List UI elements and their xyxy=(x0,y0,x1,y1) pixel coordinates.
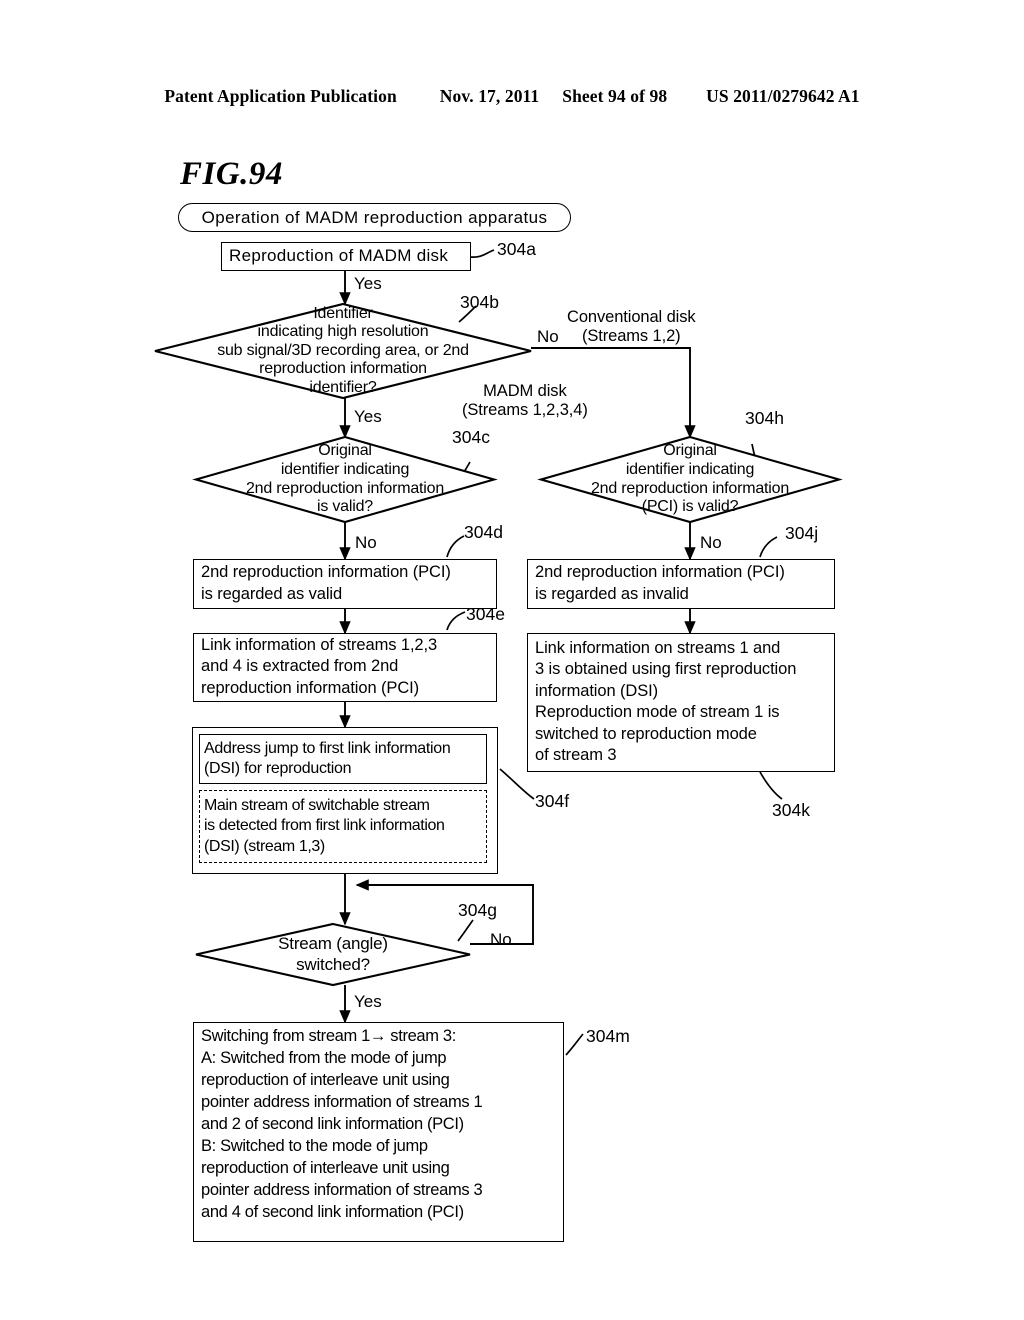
leader-304j xyxy=(759,536,778,558)
branch-label-304b-no: No xyxy=(537,327,559,346)
branch-label-304c-no: No xyxy=(355,533,377,552)
flow-group-304f[interactable]: Address jump to first link information (… xyxy=(192,727,498,874)
ref-304k: 304k xyxy=(772,800,810,820)
flow-box-304e-label: Link information of streams 1,2,3 and 4 … xyxy=(201,635,438,697)
flow-terminator-title[interactable]: Operation of MADM reproduction apparatus xyxy=(178,203,571,232)
flow-terminator-title-label: Operation of MADM reproduction apparatus xyxy=(201,207,548,227)
header-publication: Patent Application Publication xyxy=(164,86,397,106)
edge-label-madm-disk: MADM disk (Streams 1,2,3,4) xyxy=(462,382,588,420)
ref-304g: 304g xyxy=(458,900,497,920)
ref-304b: 304b xyxy=(460,292,499,312)
ref-304h: 304h xyxy=(745,408,784,428)
header-sheet: Sheet 94 of 98 xyxy=(562,86,668,106)
ref-304f: 304f xyxy=(535,791,570,811)
leader-304e xyxy=(446,611,466,631)
figure-label: FIG.94 xyxy=(180,156,283,192)
branch-label-304b-yes: Yes xyxy=(354,407,382,426)
flow-box-304f-inner-solid[interactable]: Address jump to first link information (… xyxy=(199,734,487,784)
leader-304a xyxy=(469,249,495,258)
flow-box-304f-inner-dashed-label: Main stream of switchable stream is dete… xyxy=(204,796,445,855)
flow-box-304k-label: Link information on streams 1 and 3 is o… xyxy=(535,639,797,765)
leader-304m xyxy=(565,1033,584,1056)
branch-label-304g-no: No xyxy=(490,930,512,949)
flow-box-304d[interactable]: 2nd reproduction information (PCI) is re… xyxy=(193,559,497,609)
leader-304f xyxy=(499,768,535,800)
ref-304e: 304e xyxy=(466,604,505,624)
flow-box-304m-label: Switching from stream 1→ stream 3: A: Sw… xyxy=(201,1027,483,1221)
leader-304d xyxy=(446,535,465,558)
flow-box-304f-inner-solid-label: Address jump to first link information (… xyxy=(204,739,451,777)
ref-304m: 304m xyxy=(586,1026,630,1046)
header-patent-number: US 2011/0279642 A1 xyxy=(706,86,860,106)
flow-box-304m[interactable]: Switching from stream 1→ stream 3: A: Sw… xyxy=(193,1022,564,1242)
branch-label-304h-no: No xyxy=(700,533,722,552)
ref-304c: 304c xyxy=(452,427,490,447)
flow-decision-304h[interactable]: Original identifier indicating 2nd repro… xyxy=(537,435,843,524)
flow-box-304e[interactable]: Link information of streams 1,2,3 and 4 … xyxy=(193,633,497,702)
flow-box-304k[interactable]: Link information on streams 1 and 3 is o… xyxy=(527,633,835,772)
flow-box-304j-label: 2nd reproduction information (PCI) is re… xyxy=(535,563,785,603)
flow-decision-304g[interactable]: Stream (angle) switched? xyxy=(195,922,471,987)
page-header: Patent Application Publication Nov. 17, … xyxy=(0,86,1024,107)
leader-304k xyxy=(759,771,783,800)
branch-label-304g-yes: Yes xyxy=(354,992,382,1011)
flow-box-304d-label: 2nd reproduction information (PCI) is re… xyxy=(201,563,451,603)
flow-box-304a[interactable]: Reproduction of MADM disk xyxy=(221,242,471,271)
ref-304j: 304j xyxy=(785,523,819,543)
branch-label-304b-in-yes: Yes xyxy=(354,274,382,293)
flow-box-304a-label: Reproduction of MADM disk xyxy=(229,245,449,265)
header-date: Nov. 17, 2011 xyxy=(439,86,540,106)
ref-304d: 304d xyxy=(464,522,503,542)
edge-label-conventional-disk: Conventional disk (Streams 1,2) xyxy=(567,308,696,346)
flow-box-304j[interactable]: 2nd reproduction information (PCI) is re… xyxy=(527,559,835,609)
flow-decision-304c[interactable]: Original identifier indicating 2nd repro… xyxy=(192,435,498,524)
ref-304a: 304a xyxy=(497,239,536,259)
flow-box-304f-inner-dashed[interactable]: Main stream of switchable stream is dete… xyxy=(199,790,487,863)
